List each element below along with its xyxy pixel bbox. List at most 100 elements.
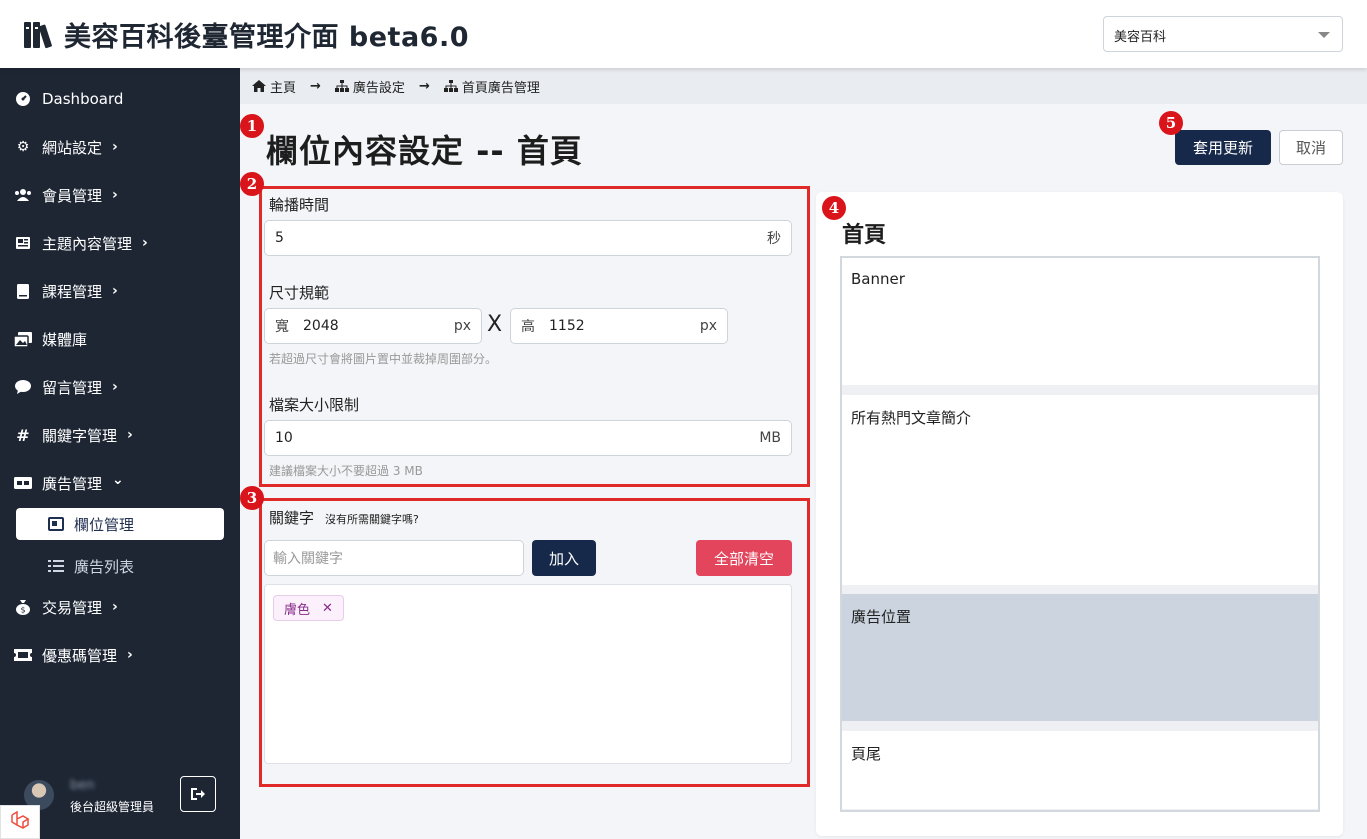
annotation-badge-4: 4 bbox=[822, 196, 846, 220]
filesize-label: 檔案大小限制 bbox=[269, 396, 360, 414]
sitemap-icon bbox=[443, 80, 458, 92]
sidebar-item-members[interactable]: 會員管理 › bbox=[14, 183, 118, 207]
sidebar-item-label: 優惠碼管理 bbox=[42, 646, 118, 665]
annotation-badge-3: 3 bbox=[240, 486, 264, 510]
sidebar-item-topics[interactable]: 主題內容管理 › bbox=[14, 231, 148, 255]
keyword-tag-area: 膚色 ✕ bbox=[264, 584, 792, 764]
sidebar-item-dashboard[interactable]: Dashboard bbox=[14, 87, 123, 111]
sidebar-item-label: 會員管理 bbox=[42, 186, 103, 205]
sidebar-item-courses[interactable]: 課程管理 › bbox=[14, 279, 118, 303]
sidebar-item-comments[interactable]: 留言管理 › bbox=[14, 375, 118, 399]
app-title: 美容百科後臺管理介面 beta6.0 bbox=[64, 22, 469, 53]
sidebar-subitem-label: 欄位管理 bbox=[74, 515, 135, 534]
sidebar-item-label: 交易管理 bbox=[42, 598, 103, 617]
times-sign: X bbox=[487, 312, 503, 337]
page-title: 欄位內容設定 -- 首頁 bbox=[266, 132, 583, 170]
gear-icon: ⚙ bbox=[16, 139, 30, 155]
keyword-tag: 膚色 ✕ bbox=[273, 595, 344, 621]
size-hint: 若超過尺寸會將圖片置中並裁掉周圍部分。 bbox=[269, 352, 498, 366]
sidebar-item-label: 媒體庫 bbox=[42, 330, 88, 349]
sidebar-item-site-settings[interactable]: ⚙ 網站設定 › bbox=[14, 135, 118, 159]
filesize-value: 10 bbox=[275, 430, 293, 446]
breadcrumb-current: 首頁廣告管理 bbox=[461, 80, 540, 96]
keyword-input[interactable]: 輸入關鍵字 bbox=[264, 540, 524, 576]
top-header: 美容百科後臺管理介面 beta6.0 美容百科 bbox=[0, 0, 1367, 68]
images-icon bbox=[14, 330, 32, 348]
library-logo-icon bbox=[22, 19, 54, 51]
arrow-right-icon: → bbox=[310, 78, 321, 94]
annotation-badge-2: 2 bbox=[240, 172, 264, 196]
sidebar-item-label: 課程管理 bbox=[42, 282, 103, 301]
chevron-right-icon: › bbox=[112, 187, 118, 203]
sidebar-item-ads[interactable]: 廣告管理 ⌄ bbox=[14, 471, 124, 495]
chevron-right-icon: › bbox=[127, 647, 133, 663]
width-prefix: 寬 bbox=[275, 319, 289, 335]
filesize-unit: MB bbox=[759, 430, 781, 446]
sidebar-item-label: 網站設定 bbox=[42, 138, 103, 157]
sidebar-item-keywords[interactable]: # 關鍵字管理 › bbox=[14, 423, 133, 447]
breadcrumb: 主頁 → 廣告設定 → 首頁廣告管理 bbox=[240, 68, 1367, 104]
brand[interactable]: 美容百科後臺管理介面 beta6.0 bbox=[22, 15, 469, 54]
annotation-badge-5: 5 bbox=[1159, 111, 1183, 135]
sign-out-icon bbox=[190, 786, 206, 802]
logout-button[interactable] bbox=[180, 776, 216, 812]
slot-footer[interactable]: 頁尾 bbox=[842, 731, 1318, 809]
height-unit: px bbox=[699, 318, 717, 334]
sidebar-item-label: 留言管理 bbox=[42, 378, 103, 397]
sidebar-item-media[interactable]: 媒體庫 bbox=[14, 327, 87, 351]
slot-banner[interactable]: Banner bbox=[842, 258, 1318, 385]
chevron-right-icon: › bbox=[112, 283, 118, 299]
breadcrumb-home[interactable]: 主頁 bbox=[270, 77, 296, 96]
newspaper-icon bbox=[14, 234, 32, 252]
chevron-right-icon: › bbox=[112, 379, 118, 395]
filesize-input[interactable]: 10 MB bbox=[264, 420, 792, 456]
sidebar-item-label: 主題內容管理 bbox=[42, 234, 133, 253]
chevron-right-icon: › bbox=[112, 599, 118, 615]
sidebar: Dashboard ⚙ 網站設定 › 會員管理 › 主題內容管理 › 課程管理 … bbox=[0, 68, 240, 839]
sidebar-subitem-ad-list[interactable]: 廣告列表 bbox=[48, 554, 134, 578]
site-select[interactable]: 美容百科 bbox=[1103, 16, 1343, 52]
slot-hot-articles[interactable]: 所有熱門文章簡介 bbox=[842, 395, 1318, 585]
carousel-label: 輪播時間 bbox=[269, 196, 330, 214]
apply-button[interactable]: 套用更新 bbox=[1175, 130, 1271, 165]
annotation-badge-1: 1 bbox=[240, 114, 264, 138]
laravel-logo-icon bbox=[0, 805, 40, 839]
ticket-icon bbox=[14, 646, 32, 664]
missing-keyword-link[interactable]: 沒有所需關鍵字嗎? bbox=[325, 511, 419, 527]
height-input[interactable]: 高 1152 px bbox=[510, 308, 728, 344]
sidebar-item-label: Dashboard bbox=[42, 90, 124, 108]
carousel-time-input[interactable]: 5 秒 bbox=[264, 220, 792, 256]
width-unit: px bbox=[453, 318, 471, 334]
slot-ad-position[interactable]: 廣告位置 bbox=[842, 594, 1318, 721]
home-icon bbox=[252, 80, 266, 92]
sidebar-item-coupons[interactable]: 優惠碼管理 › bbox=[14, 643, 133, 667]
sidebar-item-label: 廣告管理 bbox=[42, 474, 103, 493]
user-name: ben bbox=[70, 778, 95, 793]
ad-icon bbox=[14, 474, 32, 492]
list-icon bbox=[48, 559, 64, 573]
dashboard-icon bbox=[14, 90, 32, 108]
ad-image-icon bbox=[48, 517, 64, 531]
sidebar-subitem-slot-management[interactable]: 欄位管理 bbox=[16, 508, 224, 540]
width-input[interactable]: 寬 2048 px bbox=[264, 308, 482, 344]
chevron-down-icon bbox=[1318, 32, 1330, 38]
svg-text:$: $ bbox=[20, 606, 25, 615]
cancel-button[interactable]: 取消 bbox=[1279, 130, 1343, 165]
sitemap-icon bbox=[334, 80, 349, 92]
breadcrumb-ad-settings[interactable]: 廣告設定 bbox=[353, 77, 405, 96]
preview-title: 首頁 bbox=[842, 223, 887, 248]
arrow-right-icon: → bbox=[418, 78, 430, 94]
user-role: 後台超級管理員 bbox=[70, 800, 155, 814]
add-keyword-button[interactable]: 加入 bbox=[532, 540, 596, 576]
size-label: 尺寸規範 bbox=[269, 284, 330, 302]
sidebar-item-transactions[interactable]: $ 交易管理 › bbox=[14, 595, 118, 619]
width-value: 2048 bbox=[303, 318, 339, 334]
money-bag-icon: $ bbox=[14, 598, 32, 616]
hashtag-icon: # bbox=[16, 425, 30, 445]
carousel-time-value: 5 bbox=[275, 230, 284, 246]
keyword-tag-label: 膚色 bbox=[284, 602, 311, 618]
chevron-down-icon: ⌄ bbox=[112, 472, 124, 488]
carousel-unit: 秒 bbox=[767, 231, 781, 247]
close-icon[interactable]: ✕ bbox=[322, 601, 333, 616]
clear-all-button[interactable]: 全部清空 bbox=[696, 540, 792, 576]
